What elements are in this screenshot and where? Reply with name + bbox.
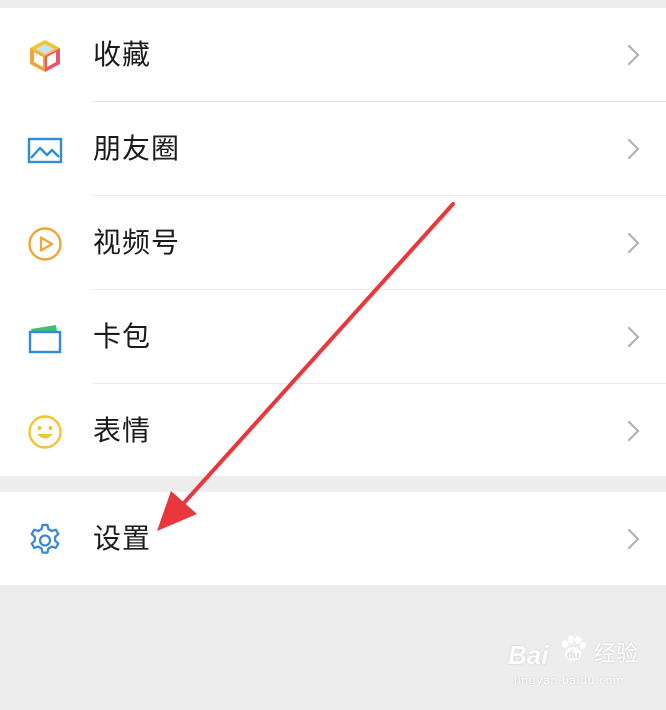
menu-item-moments[interactable]: 朋友圈 (0, 102, 666, 196)
paw-icon: du (561, 635, 586, 661)
menu-item-settings[interactable]: 设置 (0, 492, 666, 585)
watermark-brand: Bai (508, 640, 549, 670)
gear-icon (26, 521, 64, 559)
chevron-right-icon (626, 325, 642, 349)
menu-item-label: 收藏 (93, 38, 152, 71)
menu-item-label: 设置 (93, 522, 152, 555)
menu-item-stickers[interactable]: 表情 (0, 384, 666, 478)
chevron-right-icon (626, 231, 642, 255)
menu-item-label: 表情 (93, 414, 152, 447)
chevron-right-icon (626, 527, 642, 551)
menu-item-label: 朋友圈 (93, 132, 181, 165)
channels-play-icon (26, 225, 64, 263)
moments-picture-icon (26, 131, 64, 169)
menu-item-label: 卡包 (93, 320, 152, 353)
sticker-smiley-icon (26, 413, 64, 451)
watermark-url: jingyan.baidu.com (514, 674, 625, 687)
chevron-right-icon (626, 43, 642, 67)
menu-item-channels[interactable]: 视频号 (0, 196, 666, 290)
chevron-right-icon (626, 419, 642, 443)
baidu-jingyan-watermark: Bai du 经验 jingyan.baidu.com (508, 635, 658, 696)
favorites-cube-icon (26, 37, 64, 75)
menu-item-favorites[interactable]: 收藏 (0, 8, 666, 102)
watermark-suffix: 经验 (594, 642, 639, 667)
chevron-right-icon (626, 137, 642, 161)
menu-item-card-wallet[interactable]: 卡包 (0, 290, 666, 384)
menu-item-label: 视频号 (93, 226, 181, 259)
svg-text:du: du (567, 650, 579, 661)
menu-group-main: 收藏 朋友圈 视频号 卡包 表情 (0, 8, 666, 476)
menu-group-settings: 设置 (0, 492, 666, 585)
card-wallet-icon (26, 319, 64, 357)
